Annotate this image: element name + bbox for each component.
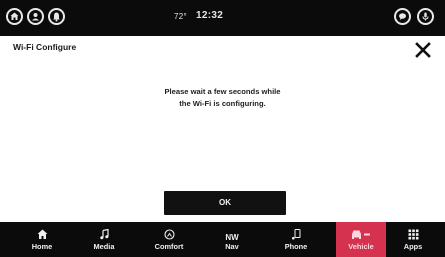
nav-label-apps: Apps bbox=[403, 242, 423, 251]
nav-item-phone[interactable]: Phone bbox=[271, 222, 321, 257]
nav-label-nav: Nav bbox=[225, 242, 239, 251]
nav-item-media[interactable]: Media bbox=[79, 222, 129, 257]
chat-bubble-icon bbox=[399, 13, 406, 20]
nav-item-comfort[interactable]: Comfort bbox=[144, 222, 194, 257]
status-message: Please wait a few seconds while the Wi-F… bbox=[110, 86, 335, 109]
phone-icon bbox=[291, 229, 300, 240]
nav-item-home[interactable]: Home bbox=[17, 222, 67, 257]
notifications-button[interactable] bbox=[48, 8, 65, 25]
nav-label-home: Home bbox=[31, 242, 53, 251]
close-button[interactable] bbox=[411, 38, 435, 62]
screen-title: Wi-Fi Configure bbox=[13, 42, 77, 52]
outside-temperature: 72° bbox=[174, 12, 187, 21]
home-icon bbox=[10, 12, 19, 20]
nav-item-nav[interactable]: NW Nav bbox=[207, 222, 257, 257]
nav-item-vehicle[interactable]: Vehicle bbox=[336, 222, 386, 257]
messages-button[interactable] bbox=[394, 8, 411, 25]
nav-label-phone: Phone bbox=[284, 242, 308, 251]
home-icon bbox=[37, 229, 47, 239]
bottom-nav: Home Media Comfort NW Nav Phone Vehicle … bbox=[0, 222, 445, 257]
user-profile-icon bbox=[32, 13, 39, 21]
status-message-line-1: Please wait a few seconds while bbox=[164, 87, 281, 96]
car-icon bbox=[352, 230, 370, 239]
status-message-line-2: the Wi-Fi is configuring. bbox=[179, 98, 266, 108]
nav-item-apps[interactable]: Apps bbox=[388, 222, 438, 257]
profile-button[interactable] bbox=[27, 8, 44, 25]
clock: 12:32 bbox=[196, 10, 224, 21]
music-note-icon bbox=[99, 228, 109, 240]
nav-label-vehicle: Vehicle bbox=[348, 242, 374, 251]
close-icon bbox=[415, 42, 431, 58]
voice-command-button[interactable] bbox=[417, 8, 434, 25]
apps-grid-icon bbox=[408, 229, 418, 240]
status-bar: 72° 12:32 bbox=[0, 0, 445, 36]
compass-icon: NW bbox=[225, 233, 239, 242]
home-shortcut-button[interactable] bbox=[6, 8, 23, 25]
nav-label-media: Media bbox=[93, 242, 115, 251]
microphone-icon bbox=[422, 12, 429, 21]
ok-button[interactable]: OK bbox=[164, 191, 286, 215]
app-screen: 72° 12:32 Wi-Fi Configure Please wait a … bbox=[0, 0, 445, 257]
comfort-dial-icon bbox=[163, 229, 175, 240]
nav-label-comfort: Comfort bbox=[154, 242, 184, 251]
notification-icon bbox=[53, 12, 60, 22]
